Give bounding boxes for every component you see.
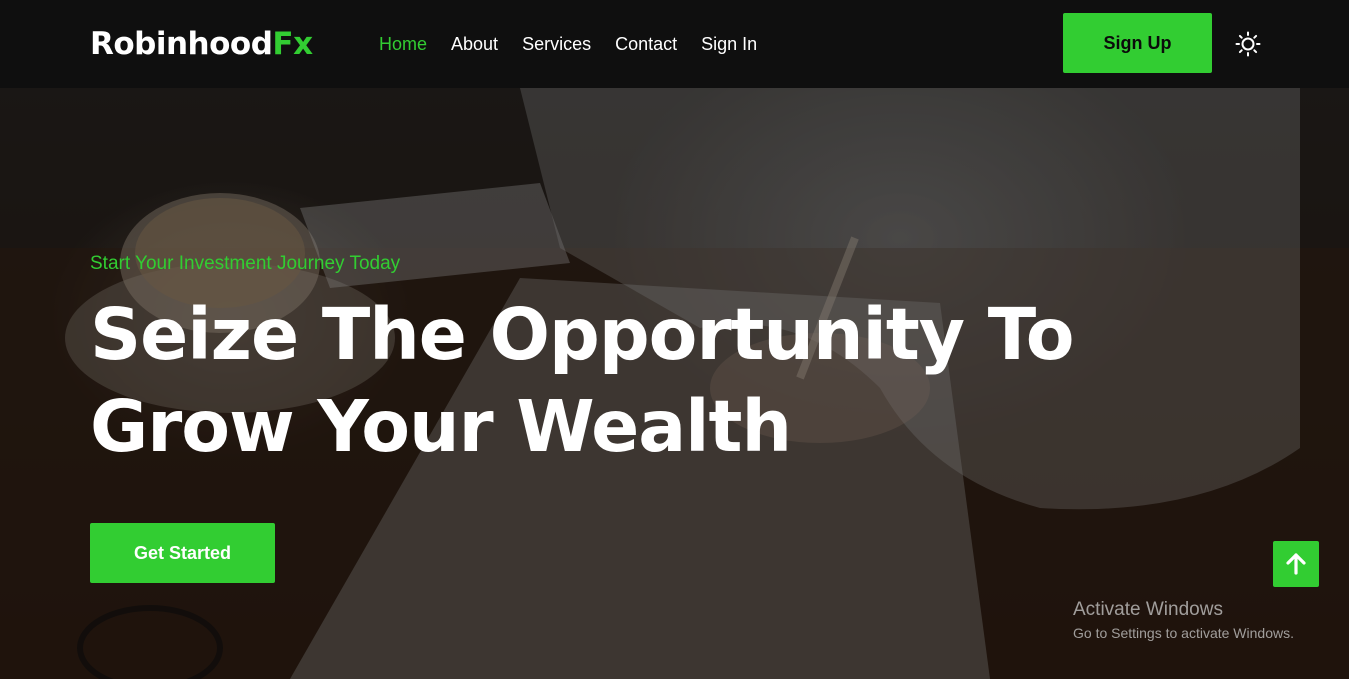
main-nav: Home About Services Contact Sign In	[379, 34, 781, 55]
brand-logo[interactable]: RobinhoodFx	[90, 26, 379, 62]
brand-name-accent: Fx	[272, 26, 313, 62]
nav-link-sign-in[interactable]: Sign In	[701, 34, 757, 55]
watermark-subtitle: Go to Settings to activate Windows.	[1073, 625, 1294, 641]
theme-toggle-button[interactable]	[1235, 31, 1261, 57]
nav-link-home[interactable]: Home	[379, 34, 427, 55]
nav-link-contact[interactable]: Contact	[615, 34, 677, 55]
nav-link-about[interactable]: About	[451, 34, 498, 55]
navbar: RobinhoodFx Home About Services Contact …	[0, 0, 1349, 88]
nav-link-services[interactable]: Services	[522, 34, 591, 55]
watermark-title: Activate Windows	[1073, 599, 1223, 620]
hero-kicker: Start Your Investment Journey Today	[90, 253, 401, 274]
hero-content: Start Your Investment Journey Today Seiz…	[90, 253, 1170, 473]
hero-section: Start Your Investment Journey Today Seiz…	[0, 88, 1349, 679]
back-to-top-button[interactable]	[1273, 541, 1319, 587]
brand-name-main: Robinhood	[90, 26, 273, 62]
sun-icon	[1235, 31, 1261, 57]
hero-title-line-2: Grow Your Wealth	[90, 385, 792, 468]
get-started-button[interactable]: Get Started	[90, 523, 275, 583]
hero-title-line-1: Seize The Opportunity To	[90, 293, 1075, 376]
hero-title: Seize The Opportunity To Grow Your Wealt…	[90, 289, 1170, 473]
sign-up-button[interactable]: Sign Up	[1063, 13, 1212, 73]
arrow-up-icon	[1286, 553, 1306, 575]
windows-activation-watermark: Activate Windows Go to Settings to activ…	[1073, 599, 1294, 641]
